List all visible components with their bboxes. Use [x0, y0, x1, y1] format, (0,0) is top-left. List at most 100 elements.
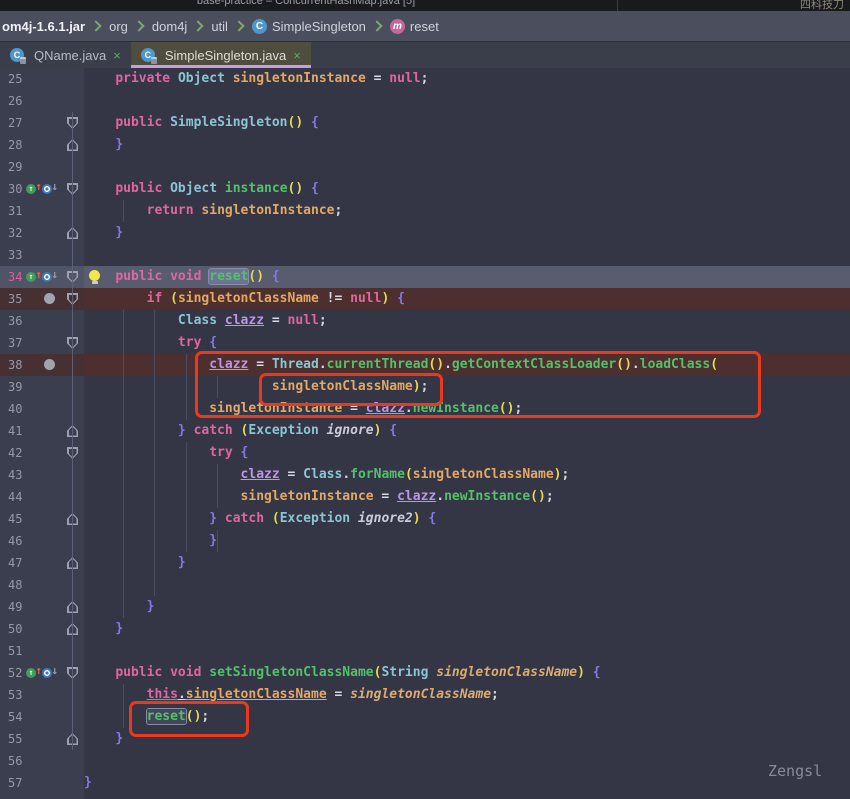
code-line[interactable]: 33 [0, 244, 850, 266]
code-text[interactable]: public SimpleSingleton() { [84, 112, 850, 134]
lightbulb-icon[interactable] [88, 270, 101, 284]
code-text[interactable]: clazz = Class.forName(singletonClassName… [84, 464, 850, 486]
code-line[interactable]: 52↑↑↓ public void setSingletonClassName(… [0, 662, 850, 684]
code-line[interactable]: 26 [0, 90, 850, 112]
code-text[interactable] [84, 640, 850, 662]
breadcrumb-item-dom4j[interactable]: dom4j [152, 19, 187, 34]
code-line[interactable]: 45 } catch (Exception ignore2) { [0, 508, 850, 530]
code-line[interactable]: 54 reset(); [0, 706, 850, 728]
code-line[interactable]: 43 clazz = Class.forName(singletonClassN… [0, 464, 850, 486]
breadcrumb-item-simplesingleton[interactable]: CSimpleSingleton [252, 19, 366, 34]
code-text[interactable]: return singletonInstance; [84, 200, 850, 222]
code-line[interactable]: 51 [0, 640, 850, 662]
token [162, 269, 170, 284]
code-text[interactable]: if (singletonClassName != null) { [84, 288, 850, 310]
code-text[interactable]: } catch (Exception ignore) { [84, 420, 850, 442]
breadcrumb-item-reset[interactable]: mreset [390, 19, 439, 34]
breakpoint-icon[interactable] [44, 359, 55, 370]
code-line[interactable]: 47 } [0, 552, 850, 574]
breadcrumb-item-org[interactable]: org [109, 19, 128, 34]
code-text[interactable]: singletonClassName); [84, 376, 850, 398]
code-text[interactable]: } [84, 530, 850, 552]
code-line[interactable]: 58 [0, 794, 850, 799]
code-line[interactable]: 40 singletonInstance = clazz.newInstance… [0, 398, 850, 420]
code-text[interactable]: } [84, 552, 850, 574]
close-tab-icon[interactable]: × [293, 49, 301, 62]
code-text[interactable]: } catch (Exception ignore2) { [84, 508, 850, 530]
override-up-icon[interactable]: ↑↑ [26, 270, 41, 284]
code-line[interactable]: 48 [0, 574, 850, 596]
code-text[interactable]: Class clazz = null; [84, 310, 850, 332]
code-text[interactable]: clazz = Thread.currentThread().getContex… [84, 354, 850, 376]
code-text[interactable]: } [84, 596, 850, 618]
code-line[interactable]: 29 [0, 156, 850, 178]
tab-qname-java[interactable]: CQName.java× [0, 42, 131, 68]
code-line[interactable]: 50 } [0, 618, 850, 640]
code-text[interactable]: singletonInstance = clazz.newInstance(); [84, 486, 850, 508]
breakpoint-icon[interactable] [44, 293, 55, 304]
gutter[interactable]: 25 [0, 68, 84, 90]
line-number: 45 [8, 508, 22, 530]
code-text[interactable]: public Object instance() { [84, 178, 850, 200]
code-line[interactable]: 35 if (singletonClassName != null) { [0, 288, 850, 310]
code-line[interactable]: 27 public SimpleSingleton() { [0, 112, 850, 134]
code-text[interactable]: } [84, 772, 850, 794]
code-text[interactable]: try { [84, 442, 850, 464]
code-text[interactable]: private Object singletonInstance = null; [84, 68, 850, 90]
gutter[interactable]: 57 [0, 772, 84, 794]
code-line[interactable]: 30↑↑↓ public Object instance() { [0, 178, 850, 200]
code-text[interactable] [84, 574, 850, 596]
code-text[interactable] [84, 90, 850, 112]
code-text[interactable] [84, 750, 850, 772]
code-line[interactable]: 55 } [0, 728, 850, 750]
code-line[interactable]: 31 return singletonInstance; [0, 200, 850, 222]
code-text[interactable]: singletonInstance = clazz.newInstance(); [84, 398, 850, 420]
token: . [319, 357, 327, 372]
code-line[interactable]: 36 Class clazz = null; [0, 310, 850, 332]
code-text[interactable]: public void reset() { [84, 266, 850, 288]
gutter[interactable]: 26 [0, 90, 84, 112]
code-text[interactable]: } [84, 728, 850, 750]
code-text[interactable]: } [84, 134, 850, 156]
code-line[interactable]: 32 } [0, 222, 850, 244]
code-line[interactable]: 39 singletonClassName); [0, 376, 850, 398]
code-line[interactable]: 56 [0, 750, 850, 772]
token [84, 379, 272, 394]
code-line[interactable]: 28 } [0, 134, 850, 156]
code-line[interactable]: 37 try { [0, 332, 850, 354]
code-line[interactable]: 25 private Object singletonInstance = nu… [0, 68, 850, 90]
breadcrumb-item-util[interactable]: util [211, 19, 228, 34]
override-up-icon[interactable]: ↑↑ [26, 182, 41, 196]
code-line[interactable]: 41 } catch (Exception ignore) { [0, 420, 850, 442]
breadcrumb-item-om4j-1-6-1-jar[interactable]: om4j-1.6.1.jar [2, 19, 85, 34]
code-text[interactable] [84, 244, 850, 266]
code-line[interactable]: 49 } [0, 596, 850, 618]
overridden-down-icon[interactable]: ↓ [42, 270, 57, 284]
tab-simplesingleton-java[interactable]: CSimpleSingleton.java× [131, 42, 311, 68]
code-line[interactable]: 42 try { [0, 442, 850, 464]
code-text[interactable]: } [84, 222, 850, 244]
code-line[interactable]: 34↑↑↓ public void reset() { [0, 266, 850, 288]
line-number: 35 [8, 288, 22, 310]
code-text[interactable]: try { [84, 332, 850, 354]
editor[interactable]: Zengsl 25 private Object singletonInstan… [0, 68, 850, 799]
code-text[interactable]: public void setSingletonClassName(String… [84, 662, 850, 684]
overridden-down-icon[interactable]: ↓ [42, 666, 57, 680]
close-tab-icon[interactable]: × [113, 49, 121, 62]
token: if [147, 291, 163, 306]
override-up-icon[interactable]: ↑↑ [26, 666, 41, 680]
code-line[interactable]: 38 clazz = Thread.currentThread().getCon… [0, 354, 850, 376]
gutter[interactable]: 58 [0, 794, 84, 799]
code-text[interactable]: reset(); [84, 706, 850, 728]
code-text[interactable] [84, 156, 850, 178]
code-text[interactable]: this.singletonClassName = singletonClass… [84, 684, 850, 706]
overridden-down-icon[interactable]: ↓ [42, 182, 57, 196]
code-text[interactable]: } [84, 618, 850, 640]
code-line[interactable]: 57} [0, 772, 850, 794]
token: this [147, 687, 178, 702]
gutter[interactable]: 56 [0, 750, 84, 772]
code-line[interactable]: 44 singletonInstance = clazz.newInstance… [0, 486, 850, 508]
code-text[interactable] [84, 794, 850, 799]
code-line[interactable]: 53 this.singletonClassName = singletonCl… [0, 684, 850, 706]
code-line[interactable]: 46 } [0, 530, 850, 552]
